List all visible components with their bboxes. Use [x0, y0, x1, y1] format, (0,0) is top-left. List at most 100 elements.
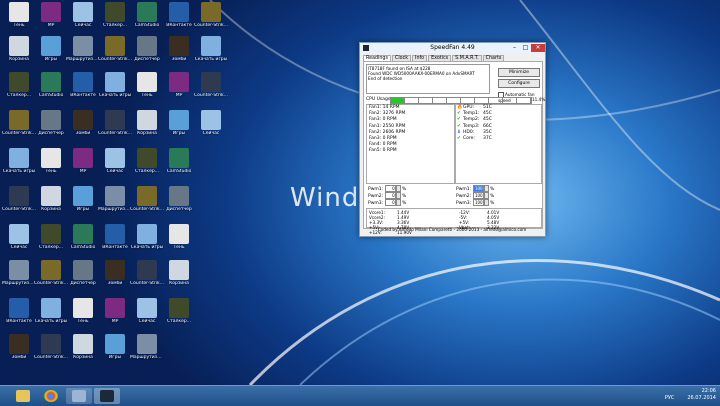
desktop-icon[interactable]: Игры — [66, 186, 100, 212]
desktop-icon[interactable]: Диспетчер — [130, 36, 164, 62]
close-window-icon[interactable]: ✕ — [531, 44, 545, 52]
desktop-icon[interactable]: Диспетчер — [162, 186, 196, 212]
taskbar-speedfan-button[interactable] — [94, 388, 120, 404]
desktop-icon[interactable]: Counter-Strike GO — [194, 72, 228, 98]
desktop-icon[interactable]: Тень — [66, 298, 100, 324]
spinner-arrows-icon[interactable] — [483, 199, 489, 206]
cpu-usage-value: 11.4% — [532, 97, 546, 102]
desktop-icon[interactable]: Диспетчер — [34, 110, 68, 136]
minimize-window-icon[interactable]: – — [510, 44, 519, 52]
desktop-icon[interactable]: Корзина — [34, 186, 68, 212]
desktop-icon[interactable]: Игры — [162, 110, 196, 136]
desktop-icon[interactable]: MP — [34, 2, 68, 28]
desktop-icon-label: Зомби — [171, 57, 187, 62]
desktop-icon[interactable]: Counter-Strike 1.6 — [194, 2, 228, 28]
folder-icon — [201, 110, 221, 130]
desktop-icon[interactable]: Сталкер... — [130, 148, 164, 174]
desktop-icon[interactable]: CamStudio — [162, 148, 196, 174]
desktop-icon[interactable]: ВКонтакте — [66, 72, 100, 98]
desktop-icon[interactable]: Сейчас — [98, 148, 132, 174]
desktop-icon[interactable]: Сталкер... — [34, 224, 68, 250]
configure-button[interactable]: Configure — [498, 79, 540, 88]
desktop-icon[interactable]: Тень — [34, 148, 68, 174]
pwm-value-field[interactable]: 100 — [472, 185, 484, 192]
clock-date[interactable]: 26.07.2014 — [676, 395, 716, 402]
desktop-icon[interactable]: Сейчас — [194, 110, 228, 136]
desktop-icon[interactable]: Зомби — [2, 334, 36, 360]
pwm-value-field[interactable]: 100 — [472, 199, 484, 206]
desktop-icon[interactable]: Зомби — [98, 260, 132, 286]
maximize-window-icon[interactable]: □ — [521, 44, 530, 52]
desktop-icon[interactable]: Тень — [162, 224, 196, 250]
spinner-arrows-icon[interactable] — [483, 185, 489, 192]
desktop-icon[interactable]: Сталкер... — [98, 2, 132, 28]
spinner-arrows-icon[interactable] — [395, 192, 401, 199]
desktop-icon[interactable]: Counter-Strike GO — [130, 260, 164, 286]
desktop-icon-label: Диспетчер — [134, 57, 160, 62]
system-tray[interactable]: РУС 22:06 26.07.2014 — [665, 388, 716, 402]
desktop-icon[interactable]: Корзина — [66, 334, 100, 360]
desktop-icon[interactable]: Counter-Strike GO — [2, 186, 36, 212]
desktop-icon[interactable]: MP — [98, 298, 132, 324]
spinner-arrows-icon[interactable] — [395, 185, 401, 192]
desktop-icon[interactable]: Маршрутизатор — [66, 36, 100, 62]
desktop-icon[interactable]: ВКонтакте — [162, 2, 196, 28]
speedfan-window[interactable]: SpeedFan 4.49 – □ ✕ Readings Clock Info … — [359, 42, 546, 237]
desktop-icon[interactable]: Сталкер... — [162, 298, 196, 324]
desktop-icon[interactable]: Сталкер... — [2, 72, 36, 98]
desktop-icon[interactable]: Скачать игры — [98, 72, 132, 98]
desktop-icon[interactable]: Скачать игры — [130, 224, 164, 250]
spinner-arrows-icon[interactable] — [483, 192, 489, 199]
pwm-value-field[interactable]: 0 — [384, 192, 396, 199]
desktop-icon[interactable]: Counter-Strike 1.6 — [98, 36, 132, 62]
desktop-icon[interactable]: MP — [162, 72, 196, 98]
desktop-icon[interactable]: Сейчас — [66, 2, 100, 28]
desktop-icon[interactable]: Counter-Strike GO — [34, 334, 68, 360]
desktop-icon[interactable]: Маршрутизатор — [98, 186, 132, 212]
desktop-icon-label: Counter-Strike 1.6 — [34, 281, 68, 286]
desktop-icon[interactable]: Тень — [130, 72, 164, 98]
pwm-value-field[interactable]: 0 — [384, 199, 396, 206]
desktop-icon[interactable]: Сейчас — [2, 224, 36, 250]
desktop-icon[interactable]: Counter-Strike 1.6 — [2, 110, 36, 136]
desktop-icon[interactable]: Корзина — [162, 260, 196, 286]
desktop-icon[interactable]: CamStudio — [66, 224, 100, 250]
desktop-icon[interactable]: Тень — [2, 2, 36, 28]
desktop-icon[interactable]: Игры — [98, 334, 132, 360]
language-indicator[interactable]: РУС — [665, 395, 675, 401]
folder-icon — [105, 72, 125, 92]
taskbar-explorer-button[interactable] — [10, 388, 36, 404]
desktop-icon[interactable]: Игры — [34, 36, 68, 62]
desktop-icon[interactable]: Зомби — [66, 110, 100, 136]
pwm-value-field[interactable]: 100 — [472, 192, 484, 199]
detection-log[interactable]: IT8718F found on ISA at $228 Found WDC W… — [366, 64, 490, 94]
desktop-icon[interactable]: Counter-Strike 1.6 — [130, 186, 164, 212]
desktop-icon[interactable]: Корзина — [130, 110, 164, 136]
desktop-icon[interactable]: CamStudio — [130, 2, 164, 28]
desktop-icon[interactable]: Маршрутизатор — [130, 334, 164, 360]
taskbar-chrome-button[interactable] — [38, 388, 64, 404]
game-icon — [9, 110, 29, 130]
title-bar[interactable]: SpeedFan 4.49 – □ ✕ — [360, 43, 545, 53]
desktop-icon[interactable]: Зомби — [162, 36, 196, 62]
desktop-icon[interactable]: MP — [66, 148, 100, 174]
pwm-value-field[interactable]: 0 — [384, 185, 396, 192]
desktop-icon[interactable]: Диспетчер — [66, 260, 100, 286]
desktop-icon[interactable]: Сейчас — [130, 298, 164, 324]
desktop-icon[interactable]: CamStudio — [34, 72, 68, 98]
game-icon — [169, 36, 189, 56]
desktop-icon[interactable]: Маршрутизатор — [2, 260, 36, 286]
clock-time[interactable]: 22:06 — [676, 388, 716, 395]
desktop-icon[interactable]: Скачать игры — [194, 36, 228, 62]
minimize-button[interactable]: Minimize — [498, 68, 540, 77]
desktop-icon[interactable]: Counter-Strike GO — [98, 110, 132, 136]
desktop-icon[interactable]: Скачать игры — [34, 298, 68, 324]
desktop-icon[interactable]: Корзина — [2, 36, 36, 62]
taskbar-network-button[interactable] — [66, 388, 92, 404]
desktop-icon[interactable]: Counter-Strike 1.6 — [34, 260, 68, 286]
desktop-icon[interactable]: ВКонтакте — [98, 224, 132, 250]
temperature-row: ✔ Core: 37C — [457, 136, 541, 142]
desktop-icon[interactable]: ВКонтакте — [2, 298, 36, 324]
desktop-icon[interactable]: Скачать игры — [2, 148, 36, 174]
spinner-arrows-icon[interactable] — [395, 199, 401, 206]
